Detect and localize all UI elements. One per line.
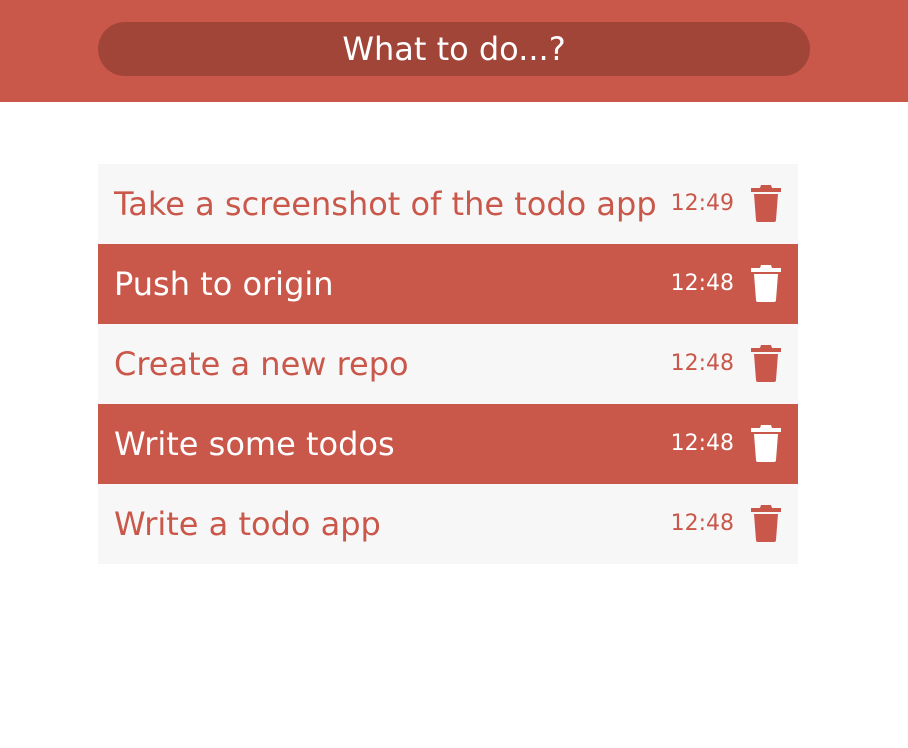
- trash-icon[interactable]: [750, 344, 782, 382]
- todo-time: 12:48: [670, 511, 734, 536]
- trash-icon[interactable]: [750, 184, 782, 222]
- trash-icon[interactable]: [750, 424, 782, 462]
- app-header: [0, 0, 908, 102]
- todo-item[interactable]: Push to origin 12:48: [98, 244, 798, 324]
- todo-time: 12:49: [670, 191, 734, 216]
- new-todo-input[interactable]: [98, 22, 810, 76]
- todo-time: 12:48: [670, 271, 734, 296]
- trash-icon[interactable]: [750, 264, 782, 302]
- todo-item[interactable]: Create a new repo 12:48: [98, 324, 798, 404]
- todo-time: 12:48: [670, 431, 734, 456]
- todo-time: 12:48: [670, 351, 734, 376]
- todo-list: Take a screenshot of the todo app 12:49 …: [98, 164, 798, 564]
- trash-icon[interactable]: [750, 504, 782, 542]
- todo-item[interactable]: Write some todos 12:48: [98, 404, 798, 484]
- todo-item[interactable]: Write a todo app 12:48: [98, 484, 798, 564]
- todo-item[interactable]: Take a screenshot of the todo app 12:49: [98, 164, 798, 244]
